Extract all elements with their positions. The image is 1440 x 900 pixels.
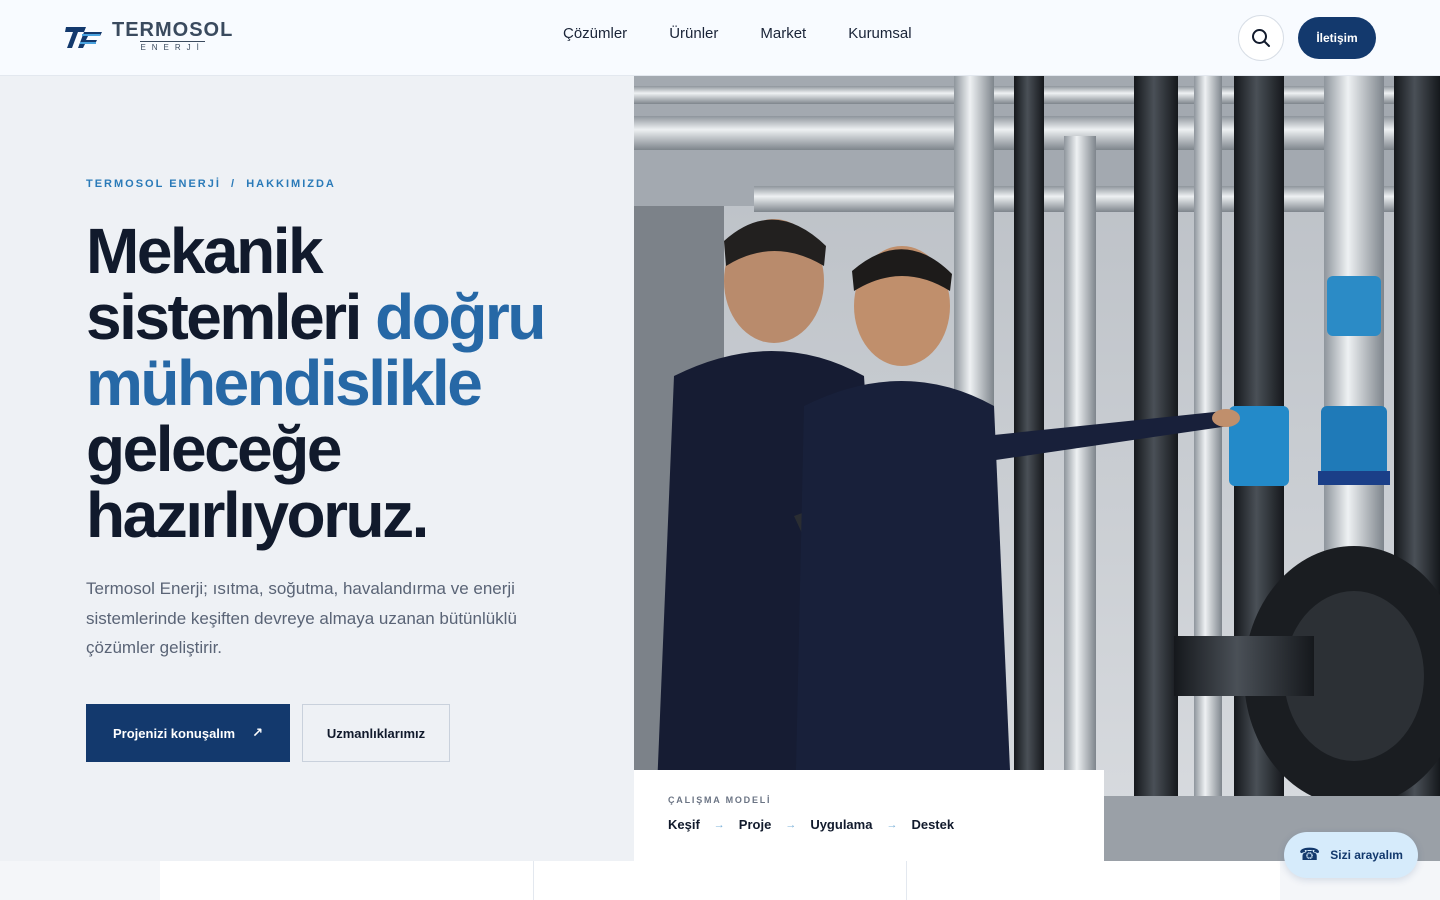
- step-kesif: Keşif: [668, 817, 700, 832]
- arrow-right-icon: →: [886, 818, 898, 831]
- site-header: TERMOSOL ENERJİ Çözümler Ürünler Market …: [0, 0, 1440, 76]
- nav-item-market[interactable]: Market: [760, 25, 806, 42]
- arrow-up-right-icon: ↗: [252, 725, 263, 740]
- step-uygulama: Uygulama: [810, 817, 873, 832]
- page-title: Mekanik sistemleri doğru mühendislikle g…: [86, 218, 606, 548]
- arrow-right-icon: →: [713, 818, 725, 831]
- search-button[interactable]: [1238, 15, 1284, 61]
- hero-lead-text: Termosol Enerji; ısıtma, soğutma, havala…: [86, 579, 517, 657]
- expertise-button[interactable]: Uzmanlıklarımız: [302, 704, 450, 762]
- feature-card: [534, 861, 908, 900]
- termosol-logo[interactable]: TERMOSOL ENERJİ: [64, 20, 233, 53]
- nav-item-cozumler[interactable]: Çözümler: [563, 25, 627, 42]
- arrow-right-icon: →: [785, 818, 797, 831]
- discuss-project-button[interactable]: Projenizi konuşalım ↗: [86, 704, 290, 762]
- call-me-label: Sizi arayalım: [1330, 848, 1403, 862]
- contact-button[interactable]: İletişim: [1298, 17, 1376, 59]
- work-model-steps: Keşif → Proje → Uygulama → Destek: [668, 817, 1070, 832]
- logo-subtitle: ENERJİ: [140, 41, 205, 52]
- call-me-button[interactable]: ☎ Sizi arayalım: [1284, 832, 1418, 878]
- work-model-card: ÇALIŞMA MODELİ Keşif → Proje → Uygulama …: [634, 770, 1104, 861]
- step-proje: Proje: [738, 817, 772, 832]
- breadcrumb: TERMOSOL ENERJİ / HAKKIMIZDA: [86, 178, 336, 190]
- feature-card: [160, 861, 534, 900]
- hero-image-engineers: [634, 76, 1440, 861]
- hero-section: TERMOSOL ENERJİ / HAKKIMIZDA Mekanik sis…: [0, 76, 634, 861]
- main-nav: Çözümler Ürünler Market Kurumsal: [563, 25, 954, 42]
- nav-item-urunler[interactable]: Ürünler: [669, 25, 718, 42]
- discuss-project-label: Projenizi konuşalım: [113, 725, 236, 741]
- nav-item-kurumsal[interactable]: Kurumsal: [848, 25, 911, 42]
- step-destek: Destek: [911, 817, 955, 832]
- search-icon: [1252, 29, 1270, 47]
- feature-cards-row: [160, 861, 1280, 900]
- phone-icon: ☎: [1299, 845, 1321, 864]
- feature-card: [907, 861, 1280, 900]
- headline-part-1: Mekanik sistemleri: [86, 215, 376, 353]
- work-model-title: ÇALIŞMA MODELİ: [668, 795, 772, 805]
- te-logo-icon: [65, 26, 102, 48]
- headline-part-2: geleceğe hazırlıyoruz.: [86, 413, 429, 551]
- logo-name: TERMOSOL: [112, 19, 234, 41]
